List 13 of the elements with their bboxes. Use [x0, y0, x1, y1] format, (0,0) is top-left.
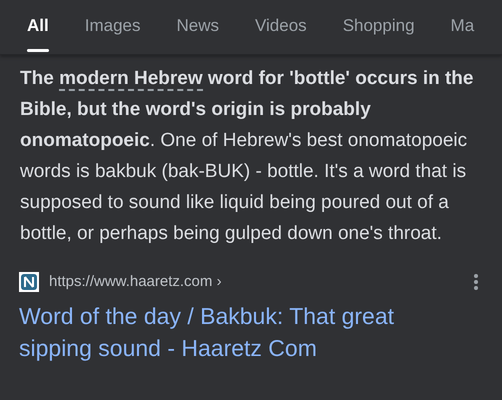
- site-favicon-icon: [19, 272, 39, 292]
- result-title-link[interactable]: Word of the day / Bakbuk: That great sipping sound - Haaretz Com: [19, 300, 483, 364]
- tab[interactable]: All: [27, 12, 49, 54]
- more-options-icon[interactable]: [473, 273, 479, 292]
- term-link[interactable]: modern Hebrew: [59, 68, 203, 91]
- tab[interactable]: Videos: [255, 12, 307, 54]
- result-url[interactable]: https://www.haaretz.com ›: [49, 271, 222, 294]
- selected-tab-indicator: [27, 49, 49, 52]
- tab[interactable]: News: [176, 12, 219, 54]
- snippet-text: The modern Hebrew word for 'bottle' occurs in the Bible, but the word's origin is probably onomatopoeic. One of Hebrew's best onomatopoeic words is bakbuk (bak-BUK) - bottle. It's a word that is supposed to sound like liquid being poured out of a bottle, or perhaps being gulped down one's throat.: [19, 67, 474, 246]
- tab[interactable]: Ma: [450, 12, 474, 54]
- tab[interactable]: Shopping: [342, 12, 415, 54]
- tab[interactable]: Images: [84, 12, 140, 54]
